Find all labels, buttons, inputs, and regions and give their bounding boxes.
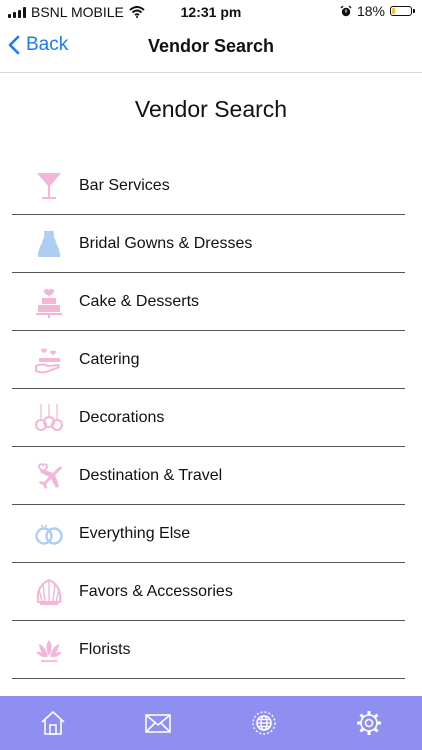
list-item-label: Florists — [79, 640, 131, 658]
list-item-label: Bridal Gowns & Dresses — [79, 234, 253, 252]
battery-percent: 18% — [356, 3, 385, 19]
settings-gear-icon — [357, 711, 382, 735]
list-item-everything-else[interactable]: Everything Else — [12, 505, 405, 563]
battery-icon — [390, 6, 415, 16]
shell-icon — [32, 575, 66, 609]
nav-title: Vendor Search — [147, 36, 275, 56]
cake-icon — [32, 285, 66, 319]
list-item-label: Everything Else — [79, 524, 191, 542]
tab-bar — [0, 696, 422, 750]
list-item-label: Cake & Desserts — [79, 292, 200, 310]
list-item-cake-desserts[interactable]: Cake & Desserts — [12, 273, 405, 331]
vendor-list: Bar Services Bridal Gowns & Dresses Cake… — [12, 157, 405, 679]
cocktail-glass-icon — [32, 169, 66, 203]
list-item-bridal-gowns[interactable]: Bridal Gowns & Dresses — [12, 215, 405, 273]
status-bar: BSNL MOBILE 12:31 pm 18% — [0, 0, 422, 24]
catering-icon — [32, 343, 66, 377]
airplane-heart-icon — [32, 459, 66, 493]
dress-icon — [32, 227, 66, 261]
tab-home[interactable] — [31, 701, 75, 745]
list-item-bar-services[interactable]: Bar Services — [12, 157, 405, 215]
list-item-label: Decorations — [79, 408, 165, 426]
lotus-icon — [32, 633, 66, 667]
list-item-label: Destination & Travel — [79, 466, 223, 484]
list-item-florists[interactable]: Florists — [12, 621, 405, 679]
hanging-ornaments-icon — [32, 401, 66, 435]
alarm-icon — [340, 5, 352, 17]
rings-icon — [32, 517, 66, 551]
list-item-favors-accessories[interactable]: Favors & Accessories — [12, 563, 405, 621]
list-item-destination-travel[interactable]: Destination & Travel — [12, 447, 405, 505]
list-item-catering[interactable]: Catering — [12, 331, 405, 389]
tab-explore[interactable] — [242, 701, 286, 745]
tab-messages[interactable] — [136, 701, 180, 745]
tab-settings[interactable] — [347, 701, 391, 745]
navigation-bar: Back Vendor Search — [0, 24, 422, 73]
home-icon — [41, 711, 65, 735]
list-item-label: Catering — [79, 350, 140, 368]
page-title: Vendor Search — [134, 96, 288, 122]
list-item-label: Favors & Accessories — [79, 582, 233, 600]
globe-icon — [252, 711, 276, 735]
mail-icon — [145, 714, 172, 733]
list-item-label: Bar Services — [79, 176, 170, 194]
list-item-decorations[interactable]: Decorations — [12, 389, 405, 447]
